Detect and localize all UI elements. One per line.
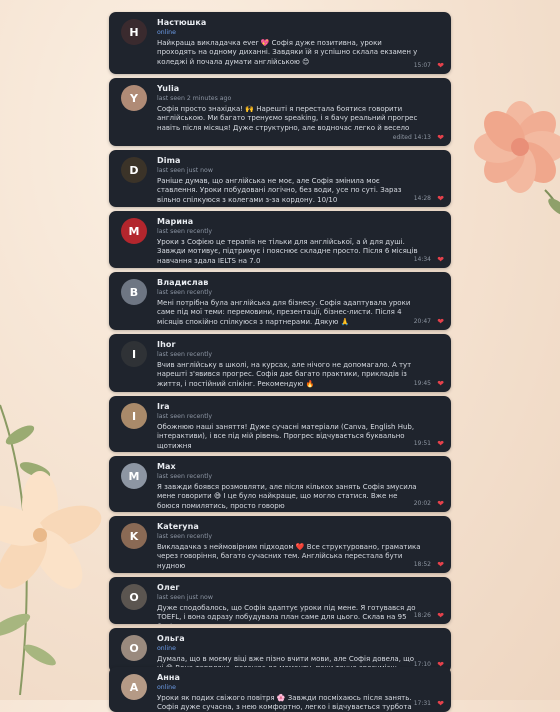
heart-reaction-icon[interactable]: ❤ (437, 134, 444, 142)
reviewer-name: Владислав (157, 278, 209, 287)
presence-status: last seen recently (157, 228, 213, 235)
presence-status: online (157, 29, 176, 36)
heart-reaction-icon[interactable]: ❤ (437, 318, 444, 326)
presence-status: last seen just now (157, 167, 213, 174)
avatar[interactable]: I (121, 403, 147, 429)
review-card[interactable]: О Олег last seen just now Дуже сподобало… (109, 577, 451, 624)
review-message: Вчив англійську в школі, на курсах, але … (157, 361, 412, 388)
heart-reaction-icon[interactable]: ❤ (437, 440, 444, 448)
reviewer-name: Ihor (157, 340, 176, 349)
presence-status: online (157, 684, 176, 691)
heart-reaction-icon[interactable]: ❤ (437, 561, 444, 569)
message-time: 19:51 (413, 440, 431, 447)
review-message: Обожнюю наші заняття! Дуже сучасні матер… (157, 423, 415, 450)
message-time: 18:26 (413, 612, 431, 619)
avatar[interactable]: М (121, 218, 147, 244)
review-card[interactable]: В Владислав last seen recently Мені потр… (109, 272, 451, 330)
heart-reaction-icon[interactable]: ❤ (437, 256, 444, 264)
heart-reaction-icon[interactable]: ❤ (437, 612, 444, 620)
reviewer-name: Настюшка (157, 18, 207, 27)
avatar[interactable]: О (121, 635, 147, 661)
heart-reaction-icon[interactable]: ❤ (437, 380, 444, 388)
reviewer-name: Max (157, 462, 176, 471)
presence-status: last seen just now (157, 594, 213, 601)
presence-status: last seen recently (157, 473, 213, 480)
presence-status: last seen 2 minutes ago (157, 95, 232, 102)
review-card[interactable]: D Dima last seen just now Раніше думав, … (109, 150, 451, 207)
review-card[interactable]: Y Yulia last seen 2 minutes ago Софія пр… (109, 78, 451, 146)
reviewer-name: Марина (157, 217, 194, 226)
message-time: 18:52 (413, 561, 431, 568)
review-message: Раніше думав, що англійська не моє, але … (157, 177, 402, 204)
presence-status: last seen recently (157, 351, 213, 358)
reviewer-name: Олег (157, 583, 180, 592)
message-time: 14:34 (413, 256, 431, 263)
avatar[interactable]: K (121, 523, 147, 549)
avatar[interactable]: А (121, 674, 147, 700)
review-message: Мені потрібна була англійська для бізнес… (157, 299, 411, 326)
presence-status: last seen recently (157, 413, 213, 420)
presence-status: last seen recently (157, 533, 213, 540)
reviewer-name: Анна (157, 673, 181, 682)
presence-status: last seen recently (157, 289, 213, 296)
lily-flower-decoration (0, 404, 102, 695)
heart-reaction-icon[interactable]: ❤ (437, 700, 444, 708)
review-message: Викладачка з неймовірним підходом ❤️ Все… (157, 543, 421, 570)
avatar[interactable]: В (121, 279, 147, 305)
review-card[interactable]: I Ira last seen recently Обожнюю наші за… (109, 396, 451, 452)
review-card[interactable]: А Анна online Уроки як подих свіжого пов… (109, 667, 451, 712)
review-message: Найкраща викладачка ever 💖 Софія дуже по… (157, 39, 418, 66)
avatar[interactable]: О (121, 584, 147, 610)
review-message: Дуже сподобалось, що Софія адаптує уроки… (157, 604, 416, 624)
message-time: 19:45 (413, 380, 431, 387)
review-message: Уроки з Софією це терапія не тільки для … (157, 238, 418, 265)
review-message: Софія просто знахідка! 🙌 Нарешті я перес… (157, 105, 418, 132)
presence-status: online (157, 645, 176, 652)
reviewer-name: Ira (157, 402, 170, 411)
reviewer-name: Kateryna (157, 522, 199, 531)
message-time: 14:28 (413, 195, 431, 202)
avatar[interactable]: Н (121, 19, 147, 45)
message-time: 20:02 (413, 500, 431, 507)
heart-reaction-icon[interactable]: ❤ (437, 500, 444, 508)
heart-reaction-icon[interactable]: ❤ (437, 195, 444, 203)
heart-reaction-icon[interactable]: ❤ (437, 62, 444, 70)
review-message: Уроки як подих свіжого повітря 🌸 Завжди … (157, 694, 412, 712)
peony-flower-decoration (474, 101, 560, 216)
avatar[interactable]: M (121, 463, 147, 489)
reviewer-name: Yulia (157, 84, 180, 93)
message-time: 17:31 (413, 700, 431, 707)
reviewer-name: Ольга (157, 634, 185, 643)
review-card[interactable]: M Max last seen recently Я завжди боявся… (109, 456, 451, 512)
review-card[interactable]: K Kateryna last seen recently Викладачка… (109, 516, 451, 573)
message-time: 20:47 (413, 318, 431, 325)
review-card[interactable]: М Марина last seen recently Уроки з Софі… (109, 211, 451, 268)
review-message: Я завжди боявся розмовляти, але після кі… (157, 483, 417, 510)
avatar[interactable]: D (121, 157, 147, 183)
avatar[interactable]: Y (121, 85, 147, 111)
avatar[interactable]: I (121, 341, 147, 367)
review-card[interactable]: Н Настюшка online Найкраща викладачка ev… (109, 12, 451, 74)
review-card[interactable]: I Ihor last seen recently Вчив англійськ… (109, 334, 451, 392)
message-time: 15:07 (413, 62, 431, 69)
reviewer-name: Dima (157, 156, 181, 165)
message-time: edited 14:13 (392, 134, 431, 141)
